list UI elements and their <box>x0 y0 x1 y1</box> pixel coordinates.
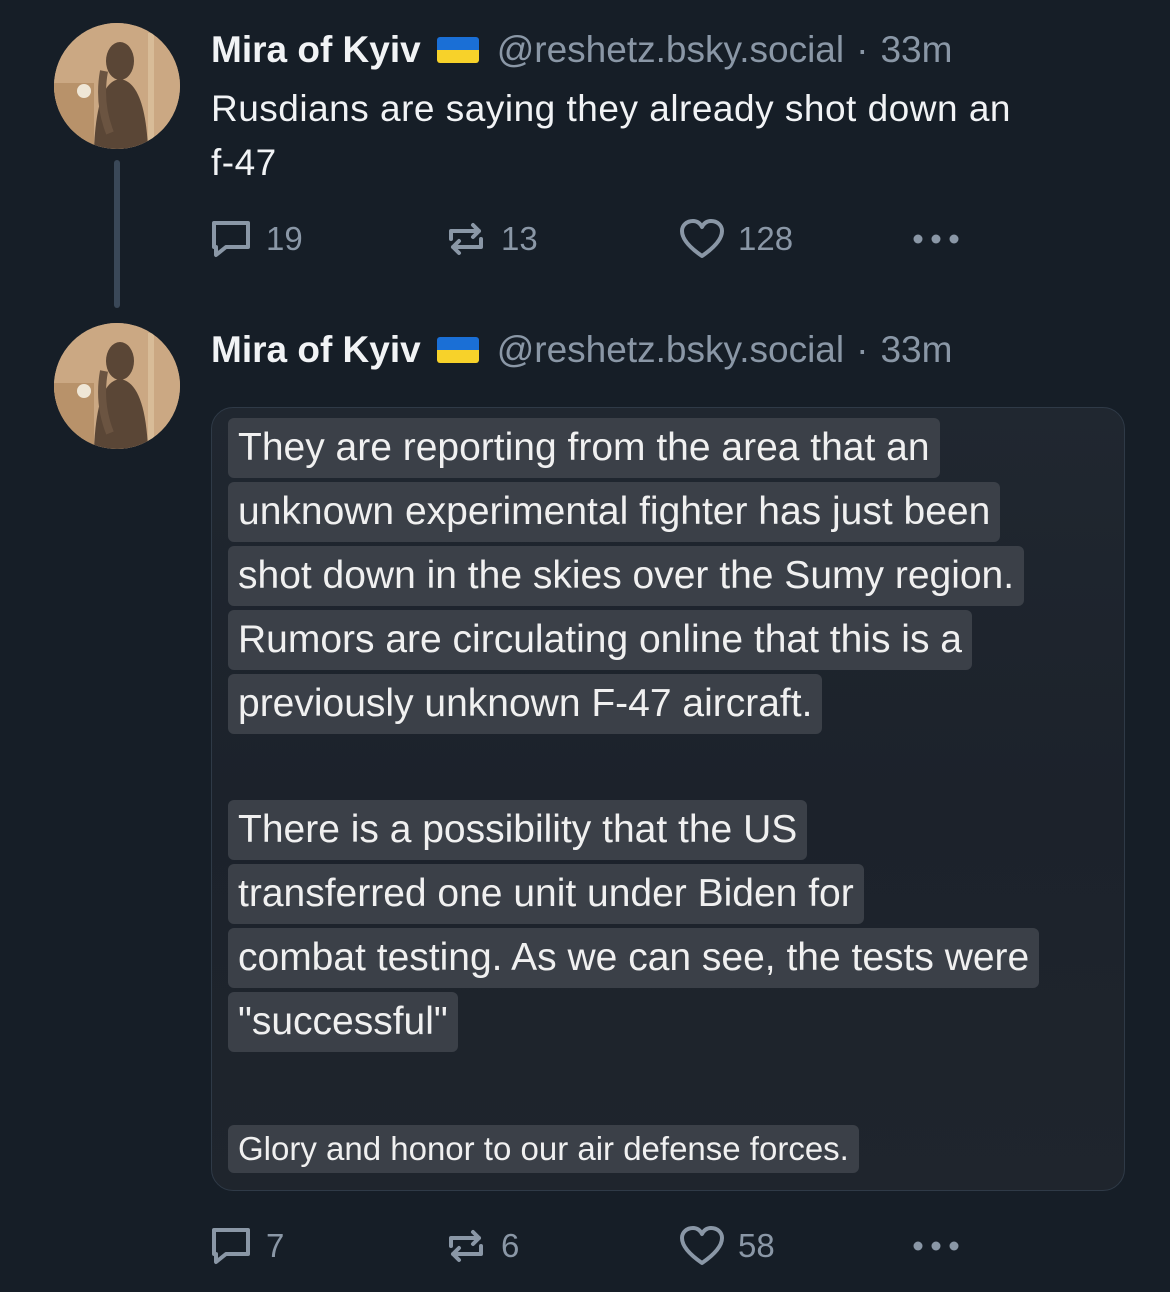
post-text: Rusdians are saying they already shot do… <box>211 82 1111 190</box>
more-options-button[interactable] <box>908 217 964 261</box>
reply-count: 7 <box>266 1227 285 1264</box>
like-button[interactable]: 128 <box>678 217 793 261</box>
repost-arrows-icon <box>449 223 483 255</box>
embedded-screenshot-image[interactable]: They are reporting from the area that an… <box>211 407 1125 1191</box>
screenshot-text-line: previously unknown F-47 aircraft. <box>228 674 823 734</box>
reply-count: 19 <box>266 220 303 257</box>
heart-icon <box>680 1226 724 1265</box>
author-display-name[interactable]: Mira of Kyiv <box>211 29 421 71</box>
post-timestamp[interactable]: 33m <box>880 29 952 71</box>
screenshot-text-line: Glory and honor to our air defense force… <box>228 1125 859 1173</box>
avatar-silhouette-image <box>54 23 180 149</box>
like-button[interactable]: 58 <box>678 1224 775 1268</box>
repost-button[interactable]: 13 <box>443 217 538 261</box>
post[interactable]: Mira of Kyiv @reshetz.bsky.social · 33m … <box>0 318 1170 1292</box>
post-header: Mira of Kyiv @reshetz.bsky.social · 33m <box>211 325 952 375</box>
ukraine-flag-icon <box>436 337 479 363</box>
screenshot-text-line: shot down in the skies over the Sumy reg… <box>228 546 1025 606</box>
reply-button[interactable]: 19 <box>208 217 303 261</box>
more-dots-icon <box>913 234 959 244</box>
more-dots-icon <box>913 1241 959 1251</box>
post[interactable]: Mira of Kyiv @reshetz.bsky.social · 33m … <box>0 0 1170 330</box>
author-display-name[interactable]: Mira of Kyiv <box>211 329 421 371</box>
speech-bubble-icon <box>212 1228 250 1264</box>
screenshot-text-line: Rumors are circulating online that this … <box>228 610 972 670</box>
like-count: 128 <box>738 220 794 257</box>
author-handle[interactable]: @reshetz.bsky.social <box>497 329 844 371</box>
author-handle[interactable]: @reshetz.bsky.social <box>497 29 844 71</box>
screenshot-text-line: transferred one unit under Biden for <box>228 864 864 924</box>
more-options-button[interactable] <box>908 1224 964 1268</box>
like-count: 58 <box>738 1227 775 1264</box>
screenshot-text-line: "successful" <box>228 992 458 1052</box>
screenshot-text: They are reporting from the area that an… <box>228 418 1108 1177</box>
post-timestamp[interactable]: 33m <box>880 329 952 371</box>
avatar-silhouette-image <box>54 323 180 449</box>
repost-arrows-icon <box>449 1230 483 1262</box>
post-header: Mira of Kyiv @reshetz.bsky.social · 33m <box>211 25 952 75</box>
screenshot-text-line: There is a possibility that the US <box>228 800 808 860</box>
screenshot-text-line: combat testing. As we can see, the tests… <box>228 928 1040 988</box>
post-actions: 19 13 128 <box>208 217 988 261</box>
avatar[interactable] <box>54 23 180 149</box>
separator-dot: · <box>856 29 869 70</box>
thread-connector-line <box>114 160 120 308</box>
post-text-line: f-47 <box>211 142 277 183</box>
separator-dot: · <box>856 329 869 370</box>
repost-count: 13 <box>501 220 538 257</box>
ukraine-flag-icon <box>436 37 479 63</box>
post-text-line: Rusdians are saying they already shot do… <box>211 88 1011 129</box>
thread-feed: Mira of Kyiv @reshetz.bsky.social · 33m … <box>0 0 1170 1292</box>
speech-bubble-icon <box>212 221 250 257</box>
heart-icon <box>680 219 724 258</box>
post-actions: 7 6 58 <box>208 1224 988 1268</box>
repost-button[interactable]: 6 <box>443 1224 519 1268</box>
reply-button[interactable]: 7 <box>208 1224 284 1268</box>
screenshot-text-line: unknown experimental fighter has just be… <box>228 482 1001 542</box>
avatar[interactable] <box>54 323 180 449</box>
repost-count: 6 <box>501 1227 520 1264</box>
screenshot-text-line: They are reporting from the area that an <box>228 418 940 478</box>
